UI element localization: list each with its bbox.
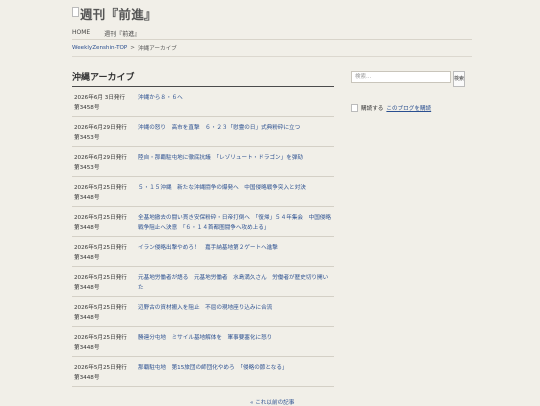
site-header: 週刊『前進』 — [72, 2, 472, 26]
archive-date: 2026年5月25日発行 — [74, 335, 127, 341]
breadcrumb-separator: > — [130, 45, 135, 51]
broken-image-icon — [72, 6, 79, 17]
breadcrumb-home-link[interactable]: WeeklyZenshin-TOP — [72, 45, 127, 51]
archive-date: 2026年6月29日発行 — [74, 155, 127, 161]
subscribe-link[interactable]: このブログを購読 — [386, 104, 431, 112]
archive-title-link[interactable]: 勝連分屯地 ミサイル基地解体を 軍事要塞化に怒り — [138, 333, 332, 343]
archive-date: 2026年5月25日発行 — [74, 275, 127, 281]
archive-issue: 第3448号 — [74, 255, 100, 261]
page-title: 沖縄アーカイブ — [72, 70, 334, 87]
archive-issue: 第3448号 — [74, 315, 100, 321]
archive-item: 2026年5月25日発行 第3448号 辺野古の資材搬入を阻止 不屈の現地座り込… — [72, 297, 334, 327]
breadcrumb-current: 沖縄アーカイブ — [137, 46, 177, 52]
archive-date: 2026年6月 3日発行 — [74, 95, 126, 101]
archive-title-link[interactable]: 沖縄の怒り 高市を直撃 ６・２３「慰霊の日」式典粉砕に立つ — [138, 123, 332, 133]
nav-item-home[interactable]: HOME — [72, 29, 90, 38]
subscribe-row: 購読する このブログを購読 — [351, 104, 471, 112]
archive-date: 2026年5月25日発行 — [74, 215, 127, 221]
top-nav: HOME 週刊『前進』 — [72, 29, 140, 38]
archive-issue: 第3453号 — [74, 135, 100, 141]
site-logo[interactable]: 週刊『前進』 — [72, 4, 157, 23]
archive-issue: 第3453号 — [74, 165, 100, 171]
archive-title-link[interactable]: 元基地労働者が語る 元基地労働者 水島満久さん 労働者が歴史切り開いた — [138, 273, 332, 293]
subscribe-label: 購読する — [361, 106, 384, 112]
archive-item: 2026年5月25日発行 第3448号 ５・１５沖縄 新たな沖縄闘争の爆発へ 中… — [72, 177, 334, 207]
archive-item: 2026年5月25日発行 第3448号 元基地労働者が語る 元基地労働者 水島満… — [72, 267, 334, 297]
archive-item: 2026年5月25日発行 第3448号 勝連分屯地 ミサイル基地解体を 軍事要塞… — [72, 327, 334, 357]
archive-title-link[interactable]: イラン侵略出撃やめろ！ 嘉手納基地第２ゲートへ進撃 — [138, 243, 332, 253]
breadcrumb-divider — [72, 56, 472, 57]
archive-date: 2026年5月25日発行 — [74, 305, 127, 311]
sidebar: 検索 購読する このブログを購読 — [351, 71, 471, 112]
site-title[interactable]: 週刊『前進』 — [80, 4, 157, 23]
search-input[interactable] — [351, 71, 451, 83]
archive-item: 2026年5月25日発行 第3448号 全基地撤去の闘い貫き安保粉砕・日帝打倒へ… — [72, 207, 334, 237]
archive-issue: 第3448号 — [74, 225, 100, 231]
breadcrumb: WeeklyZenshin-TOP > 沖縄アーカイブ — [72, 44, 177, 52]
archive-issue: 第3448号 — [74, 285, 100, 291]
archive-issue: 第3448号 — [74, 375, 100, 381]
archive-issue: 第3448号 — [74, 195, 100, 201]
archive-title-link[interactable]: ５・１５沖縄 新たな沖縄闘争の爆発へ 中国侵略戦争突入と対決 — [138, 183, 332, 193]
archive-title-link[interactable]: 辺野古の資材搬入を阻止 不屈の現地座り込みに合流 — [138, 303, 332, 313]
archive-title-link[interactable]: 陸自・那覇駐屯地に徹底抗議 「レゾリュート・ドラゴン」を弾劾 — [138, 153, 332, 163]
archive-issue: 第3458号 — [74, 105, 100, 111]
archive-title-link[interactable]: 那覇駐屯地 第15旅団の師団化やめろ 「侵略の節となる」 — [138, 363, 332, 373]
archive-date: 2026年5月25日発行 — [74, 245, 127, 251]
archive-title-link[interactable]: 沖縄から８・６へ — [138, 93, 332, 103]
page-wrapper: 週刊『前進』 HOME 週刊『前進』 WeeklyZenshin-TOP > 沖… — [72, 0, 472, 406]
search-button-label: 検索 — [454, 76, 465, 82]
main-content: 沖縄アーカイブ 2026年6月 3日発行 第3458号 沖縄から８・６へ 202… — [72, 70, 334, 387]
archive-list: 2026年6月 3日発行 第3458号 沖縄から８・６へ 2026年6月29日発… — [72, 87, 334, 387]
archive-item: 2026年6月29日発行 第3453号 陸自・那覇駐屯地に徹底抗議 「レゾリュー… — [72, 147, 334, 177]
archive-item: 2026年5月25日発行 第3448号 イラン侵略出撃やめろ！ 嘉手納基地第２ゲ… — [72, 237, 334, 267]
archive-issue: 第3448号 — [74, 345, 100, 351]
archive-item: 2026年6月 3日発行 第3458号 沖縄から８・６へ — [72, 87, 334, 117]
nav-item-zenshin[interactable]: 週刊『前進』 — [104, 29, 140, 38]
archive-title-link[interactable]: 全基地撤去の闘い貫き安保粉砕・日帝打倒へ 「復帰」５４年集会 中国侵略戦争阻止へ… — [138, 213, 332, 233]
archive-date: 2026年5月25日発行 — [74, 185, 127, 191]
nav-divider — [72, 39, 472, 40]
archive-date: 2026年6月29日発行 — [74, 125, 127, 131]
search-box: 検索 — [351, 71, 471, 87]
search-button[interactable]: 検索 — [453, 71, 465, 87]
archive-item: 2026年5月25日発行 第3448号 那覇駐屯地 第15旅団の師団化やめろ 「… — [72, 357, 334, 387]
archive-item: 2026年6月29日発行 第3453号 沖縄の怒り 高市を直撃 ６・２３「慰霊の… — [72, 117, 334, 147]
feed-image-icon — [351, 104, 358, 112]
archive-date: 2026年5月25日発行 — [74, 365, 127, 371]
